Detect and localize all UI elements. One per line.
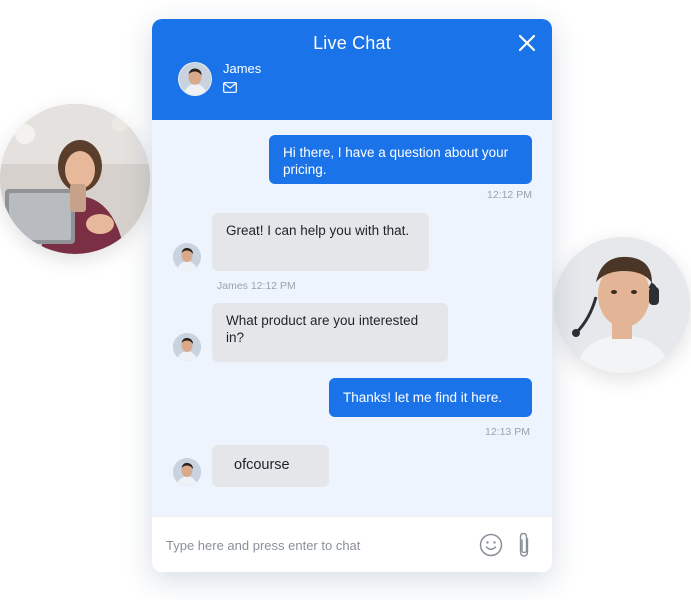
support-agent-photo-illustration [554, 237, 690, 373]
paperclip-icon [519, 532, 529, 557]
agent-avatar-illustration [173, 333, 201, 361]
close-button[interactable] [518, 34, 536, 52]
message-timestamp: 12:13 PM [485, 426, 530, 438]
message-list: Hi there, I have a question about your p… [152, 120, 552, 516]
message-composer [152, 516, 552, 572]
message-bubble-outgoing: Hi there, I have a question about your p… [269, 135, 532, 184]
mail-icon [223, 82, 237, 93]
agent-avatar-illustration [173, 458, 201, 486]
agent-avatar-illustration [173, 243, 201, 271]
message-bubble-incoming: ofcourse [212, 445, 329, 487]
agent-avatar [178, 62, 212, 96]
customer-photo-illustration [0, 104, 150, 254]
agent-avatar [173, 243, 201, 271]
agent-avatar [173, 458, 201, 486]
emoji-icon [479, 533, 503, 557]
chat-input[interactable] [166, 533, 466, 557]
message-timestamp: 12:12 PM [487, 189, 532, 201]
message-sender-timestamp: James 12:12 PM [217, 280, 296, 292]
close-icon [518, 34, 536, 52]
chat-header: Live Chat James [152, 19, 552, 120]
mail-button[interactable] [223, 82, 237, 93]
agent-avatar-illustration [179, 63, 211, 95]
agent-avatar [173, 333, 201, 361]
emoji-button[interactable] [479, 533, 503, 557]
message-bubble-incoming: Great! I can help you with that. [212, 213, 429, 271]
live-chat-widget: Live Chat James Hi there, I have a quest… [152, 19, 552, 572]
support-agent-photo [554, 237, 690, 373]
chat-title: Live Chat [313, 33, 391, 53]
message-bubble-incoming: What product are you interested in? [212, 303, 448, 362]
agent-name: James [223, 61, 262, 76]
attach-button[interactable] [516, 531, 532, 559]
customer-photo [0, 104, 150, 254]
message-bubble-outgoing: Thanks! let me find it here. [329, 378, 532, 417]
stage: Live Chat James Hi there, I have a quest… [0, 0, 691, 600]
